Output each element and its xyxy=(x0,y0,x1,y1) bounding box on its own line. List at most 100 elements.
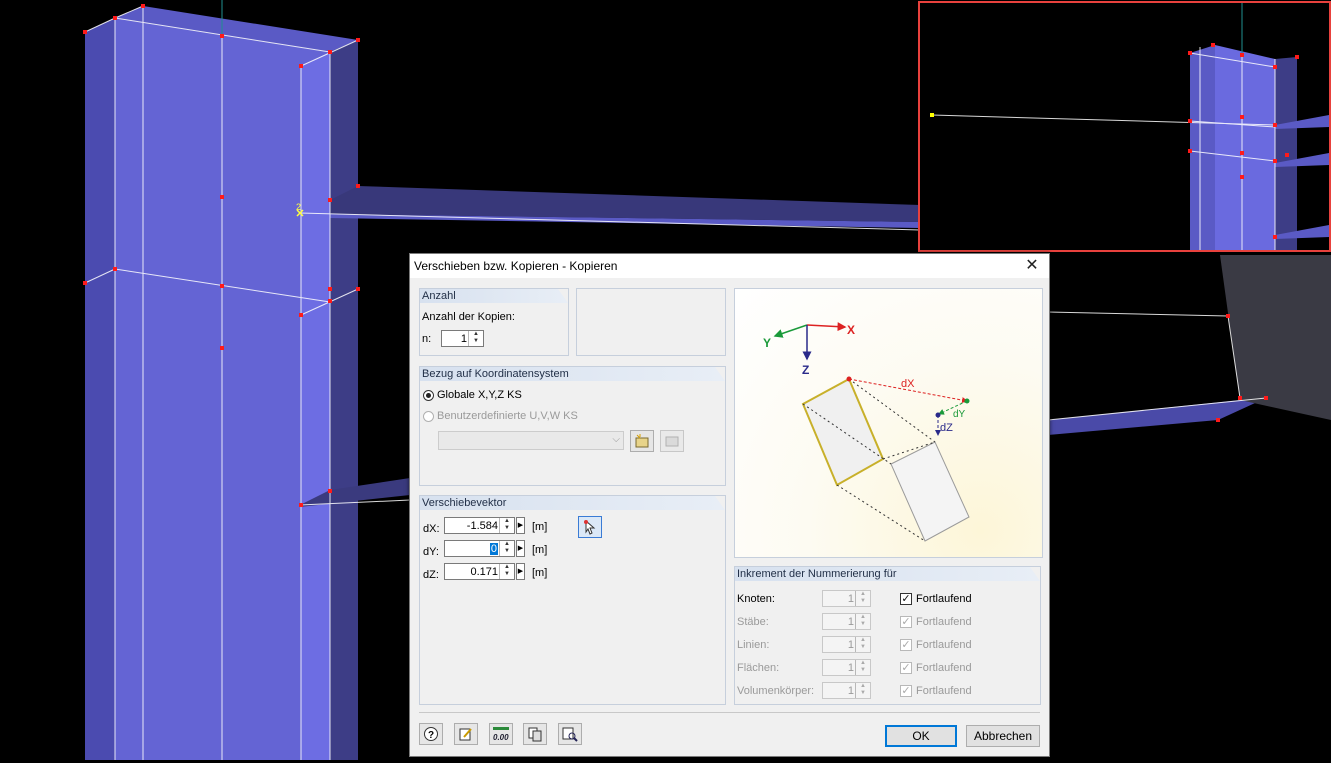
increment-input[interactable]: 1 ▲ ▼ xyxy=(822,636,871,653)
new-cs-icon xyxy=(635,434,649,448)
footer-divider xyxy=(419,712,1040,713)
anzahl-header: Anzahl xyxy=(420,289,568,303)
dy-diagram-label: dY xyxy=(953,409,966,420)
numbering-increment-group: Inkrement der Nummerierung für Knoten: 1 ▲… xyxy=(734,566,1041,705)
continuous-label: Fortlaufend xyxy=(916,593,972,605)
shift-illustration: X Y Z dX dY dZ xyxy=(734,288,1043,558)
chevron-down-icon: ⌵ xyxy=(612,434,620,445)
dx-label: dX: xyxy=(423,523,440,535)
dx-unit: [m] xyxy=(532,521,548,533)
numbering-increment-header: Inkrement der Nummerierung für xyxy=(735,567,1040,581)
increment-value: 1 xyxy=(847,685,854,697)
dz-input[interactable]: 0.171 ▲ ▼ xyxy=(444,563,515,580)
increment-input[interactable]: 1 ▲ ▼ xyxy=(822,613,871,630)
increment-spinner[interactable]: ▲ ▼ xyxy=(855,614,870,629)
increment-row-label: Linien: xyxy=(737,639,770,651)
dy-input[interactable]: 0 ▲ ▼ xyxy=(444,540,515,557)
increment-row-label: Knoten: xyxy=(737,593,775,605)
continuous-label: Fortlaufend xyxy=(916,662,972,674)
shift-diagram: X Y Z dX dY dZ xyxy=(763,322,970,542)
new-cs-button[interactable] xyxy=(630,430,654,452)
increment-row-label: Stäbe: xyxy=(737,616,769,628)
dz-value: 0.171 xyxy=(470,566,498,578)
increment-value: 1 xyxy=(847,639,854,651)
continuous-checkbox[interactable]: ✓ xyxy=(900,685,912,697)
dz-unit: [m] xyxy=(532,567,548,579)
dx-input[interactable]: -1.584 ▲ ▼ xyxy=(444,517,515,534)
dialog-titlebar[interactable]: Verschieben bzw. Kopieren - Kopieren ✕ xyxy=(410,254,1049,278)
radio-user-cs[interactable] xyxy=(423,411,434,422)
copy-icon xyxy=(528,727,542,742)
user-cs-select[interactable]: ⌵ xyxy=(438,431,624,450)
empty-group xyxy=(576,288,726,356)
increment-spinner[interactable]: ▲ ▼ xyxy=(855,660,870,675)
increment-input[interactable]: 1 ▲ ▼ xyxy=(822,590,871,607)
continuous-checkbox[interactable]: ✓ xyxy=(900,616,912,628)
increment-input[interactable]: 1 ▲ ▼ xyxy=(822,659,871,676)
help-icon: ? xyxy=(424,727,438,741)
increment-value: 1 xyxy=(847,593,854,605)
coordinate-system-group: Bezug auf Koordinatensystem Globale X,Y,… xyxy=(419,366,726,486)
cancel-button[interactable]: Abbrechen xyxy=(966,725,1040,747)
increment-input[interactable]: 1 ▲ ▼ xyxy=(822,682,871,699)
shift-vector-group: Verschiebevektor dX: -1.584 ▲ ▼ ▶ [m] dY:… xyxy=(419,495,726,705)
dialog-title: Verschieben bzw. Kopieren - Kopieren xyxy=(414,259,618,273)
axis-y-label: Y xyxy=(763,336,771,350)
increment-spinner[interactable]: ▲ ▼ xyxy=(855,591,870,606)
radio-global-cs[interactable] xyxy=(423,390,434,401)
dz-spinner[interactable]: ▲ ▼ xyxy=(499,564,514,579)
inset-canvas xyxy=(930,3,1329,250)
pick-vector-button[interactable] xyxy=(578,516,602,538)
continuous-checkbox[interactable]: ✓ xyxy=(900,662,912,674)
copy-params-button[interactable] xyxy=(523,723,547,745)
dx-diagram-label: dX xyxy=(901,378,915,390)
copy-dialog: Verschieben bzw. Kopieren - Kopieren ✕ A… xyxy=(409,253,1050,757)
copies-spinner[interactable]: ▲ ▼ xyxy=(468,331,483,346)
continuous-label: Fortlaufend xyxy=(916,685,972,697)
dx-more-button[interactable]: ▶ xyxy=(516,517,525,534)
dy-value: 0 xyxy=(489,543,498,555)
global-cs-label: Globale X,Y,Z KS xyxy=(437,389,522,401)
dy-label: dY: xyxy=(423,546,439,558)
svg-text:?: ? xyxy=(428,730,434,741)
n-label: n: xyxy=(422,333,432,345)
view-button[interactable] xyxy=(558,723,582,745)
calc-label: 0.00 xyxy=(493,733,509,742)
axis-z-label: Z xyxy=(802,363,809,377)
inset-view[interactable] xyxy=(918,1,1331,252)
copies-count-value: 1 xyxy=(460,333,467,345)
copies-count-input[interactable]: 1 ▲ ▼ xyxy=(441,330,484,347)
dy-spinner[interactable]: ▲ ▼ xyxy=(499,541,514,556)
increment-spinner[interactable]: ▲ ▼ xyxy=(855,683,870,698)
increment-value: 1 xyxy=(847,662,854,674)
edit-button[interactable] xyxy=(454,723,478,745)
continuous-checkbox[interactable]: ✓ xyxy=(900,593,912,605)
shift-vector-header: Verschiebevektor xyxy=(420,496,725,510)
continuous-label: Fortlaufend xyxy=(916,616,972,628)
close-icon: ✕ xyxy=(1025,257,1039,274)
dz-more-button[interactable]: ▶ xyxy=(516,563,525,580)
dx-value: -1.584 xyxy=(466,520,498,532)
continuous-label: Fortlaufend xyxy=(916,639,972,651)
edit-cs-button[interactable] xyxy=(660,430,684,452)
calculator-button[interactable]: 0.00 xyxy=(489,723,513,745)
anzahl-label: Anzahl der Kopien: xyxy=(422,311,515,323)
calculator-icon: 0.00 xyxy=(493,727,509,742)
help-button[interactable]: ? xyxy=(419,723,443,745)
ok-button[interactable]: OK xyxy=(885,725,957,747)
continuous-checkbox[interactable]: ✓ xyxy=(900,639,912,651)
dy-unit: [m] xyxy=(532,544,548,556)
dz-diagram-label: dZ xyxy=(940,422,953,434)
edit-icon xyxy=(459,728,472,741)
dy-more-button[interactable]: ▶ xyxy=(516,540,525,557)
close-button[interactable]: ✕ xyxy=(1017,255,1047,277)
coordinate-system-header: Bezug auf Koordinatensystem xyxy=(420,367,725,381)
edit-cs-icon xyxy=(665,436,679,447)
dx-spinner[interactable]: ▲ ▼ xyxy=(499,518,514,533)
magnifier-icon xyxy=(562,727,578,742)
increment-spinner[interactable]: ▲ ▼ xyxy=(855,637,870,652)
increment-row-label: Volumenkörper: xyxy=(737,685,815,697)
anzahl-group: Anzahl Anzahl der Kopien: n: 1 ▲ ▼ xyxy=(419,288,569,356)
user-cs-label: Benutzerdefinierte U,V,W KS xyxy=(437,410,578,422)
increment-row-label: Flächen: xyxy=(737,662,780,674)
